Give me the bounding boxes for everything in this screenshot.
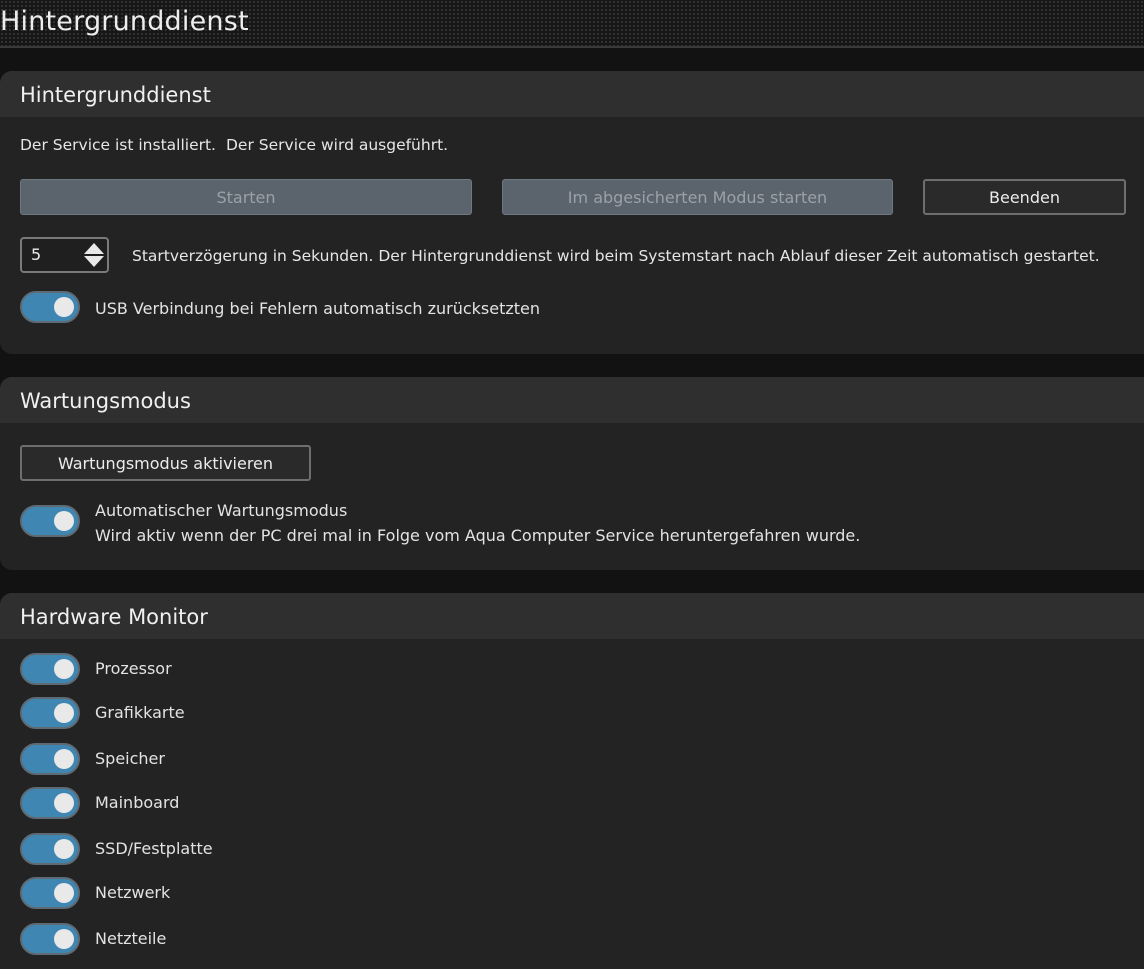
toggle-knob [54, 883, 74, 903]
toggle-knob [54, 297, 74, 317]
service-section-title: Hintergrunddienst [20, 83, 211, 107]
activate-maintenance-button[interactable]: Wartungsmodus aktivieren [20, 445, 311, 481]
toggle-knob [54, 793, 74, 813]
status-installed-text: Der Service ist installiert. [20, 136, 216, 154]
maintenance-card-header: Wartungsmodus [0, 377, 1144, 423]
service-card-header: Hintergrunddienst [0, 71, 1144, 117]
hardware-monitor-card: Hardware Monitor Prozessor Grafikkarte S… [0, 593, 1144, 969]
toggle-ssd-festplatte[interactable] [20, 833, 80, 865]
auto-maintenance-title: Automatischer Wartungsmodus [95, 501, 348, 520]
start-delay-spinbox[interactable]: 5 [20, 237, 109, 273]
start-button[interactable]: Starten [20, 179, 472, 215]
usb-reset-toggle[interactable] [20, 291, 80, 323]
toggle-netzteile[interactable] [20, 923, 80, 955]
label-netzteile: Netzteile [95, 929, 167, 948]
auto-maintenance-description: Wird aktiv wenn der PC drei mal in Folge… [95, 526, 861, 545]
toggle-grafikkarte[interactable] [20, 697, 80, 729]
label-speicher: Speicher [95, 749, 165, 768]
toggle-knob [54, 659, 74, 679]
safe-mode-start-button[interactable]: Im abgesicherten Modus starten [502, 179, 893, 215]
status-running-text: Der Service wird ausgeführt. [226, 136, 449, 154]
label-mainboard: Mainboard [95, 793, 180, 812]
start-delay-description: Startverzögerung in Sekunden. Der Hinter… [132, 247, 1100, 265]
toggle-speicher[interactable] [20, 743, 80, 775]
toggle-knob [54, 929, 74, 949]
spin-up-arrow-icon[interactable] [84, 243, 104, 254]
label-prozessor: Prozessor [95, 659, 172, 678]
service-card: Hintergrunddienst Der Service ist instal… [0, 71, 1144, 354]
spin-down-arrow-icon[interactable] [84, 256, 104, 267]
toggle-mainboard[interactable] [20, 787, 80, 819]
hardware-monitor-section-title: Hardware Monitor [20, 605, 208, 629]
toggle-netzwerk[interactable] [20, 877, 80, 909]
toggle-knob [54, 839, 74, 859]
label-ssd-festplatte: SSD/Festplatte [95, 839, 213, 858]
app-window: Hintergrunddienst Hintergrunddienst Der … [0, 0, 1144, 969]
toggle-prozessor[interactable] [20, 653, 80, 685]
start-delay-value: 5 [31, 245, 42, 264]
page-header: Hintergrunddienst [0, 0, 1144, 48]
label-grafikkarte: Grafikkarte [95, 703, 185, 722]
maintenance-section-title: Wartungsmodus [20, 389, 191, 413]
auto-maintenance-toggle[interactable] [20, 505, 80, 537]
toggle-knob [54, 511, 74, 531]
page-title: Hintergrunddienst [0, 6, 249, 37]
toggle-knob [54, 703, 74, 723]
stop-button[interactable]: Beenden [923, 179, 1126, 215]
label-netzwerk: Netzwerk [95, 883, 171, 902]
usb-reset-label: USB Verbindung bei Fehlern automatisch z… [95, 299, 541, 318]
hardware-monitor-card-header: Hardware Monitor [0, 593, 1144, 639]
toggle-knob [54, 749, 74, 769]
maintenance-card: Wartungsmodus Wartungsmodus aktivieren A… [0, 377, 1144, 570]
